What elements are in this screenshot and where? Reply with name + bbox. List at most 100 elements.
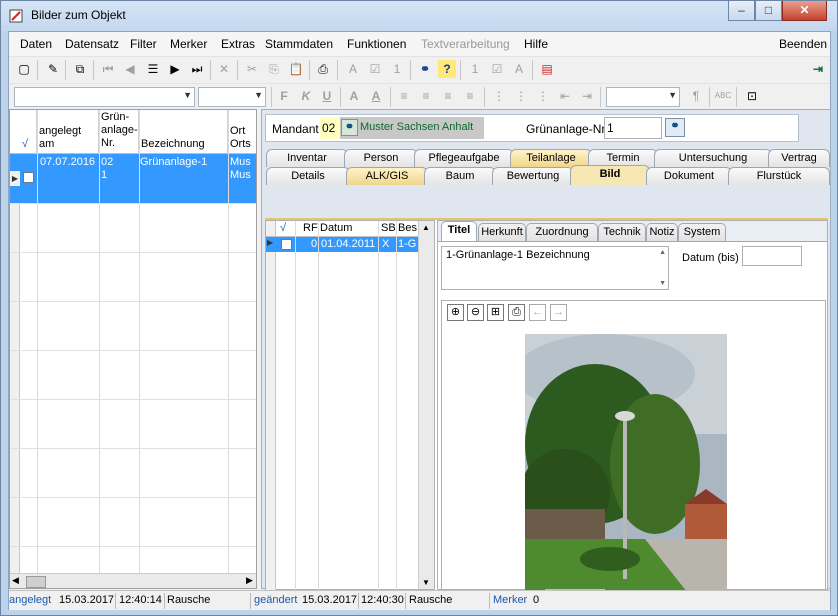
bullet-list-icon[interactable]: ⋮ [512,87,530,105]
align-left-icon[interactable]: ≡ [395,87,413,105]
tab-pflegeaufgabe[interactable]: Pflegeaufgabe [414,149,514,167]
indent-icon[interactable]: ⇥ [578,87,596,105]
titel-textarea[interactable]: 1-Grünanlage-1 Bezeichnung ▲ ▼ [441,246,669,290]
print-icon[interactable]: ⎙ [314,60,332,78]
tab-alk-gis[interactable]: ALK/GIS [346,167,428,185]
vertical-scrollbar[interactable]: ▲ ▼ [418,221,434,589]
tab-herkunft[interactable]: Herkunft [478,223,526,241]
mandant-code[interactable]: 02 [320,117,340,139]
edit-icon[interactable]: ✎ [44,60,62,78]
col-check[interactable]: √ [20,110,37,154]
scroll-up-icon[interactable]: ▲ [659,249,666,256]
minimize-button[interactable]: – [728,1,755,21]
tab-vertrag[interactable]: Vertrag [768,149,830,167]
font-button[interactable]: A [345,87,363,105]
last-record-icon[interactable]: ⏭ [188,60,206,78]
calendar-icon[interactable]: ▤ [538,60,556,78]
first-record-icon[interactable]: ⏮ [99,60,117,78]
fit-icon[interactable]: ⊞ [487,304,504,321]
next-image-icon[interactable]: → [550,304,567,321]
menu-hilfe[interactable]: Hilfe [524,37,548,51]
menu-extras[interactable]: Extras [221,37,255,51]
print-icon[interactable]: ⎙ [508,304,525,321]
col-bezeichnung[interactable]: Bezeichnung [139,110,228,154]
bold-button[interactable]: F [275,87,293,105]
align-justify-icon[interactable]: ≡ [461,87,479,105]
datum-field[interactable] [742,246,802,266]
tab-untersuchung[interactable]: Untersuchung [654,149,772,167]
outdent-icon[interactable]: ⇤ [556,87,574,105]
tab-person[interactable]: Person [344,149,418,167]
binoculars-icon[interactable]: ⚭ [341,119,358,136]
row-checkbox[interactable] [281,239,292,250]
col-rf[interactable]: RF [303,222,318,234]
prev-record-icon[interactable]: ◀ [121,60,139,78]
tab-details[interactable]: Details [266,167,350,185]
paste-icon[interactable]: 📋 [287,60,305,78]
col-sb[interactable]: SB [381,222,396,234]
filter-icon[interactable]: ☰ [144,60,162,78]
tab-dokument[interactable]: Dokument [646,167,732,185]
col-datum[interactable]: Datum [320,222,352,234]
tab-technik[interactable]: Technik [598,223,646,241]
col-ort[interactable]: Ort Orts [228,110,256,154]
menu-stammdaten[interactable]: Stammdaten [265,37,333,51]
scroll-left-icon[interactable]: ◀ [12,575,19,586]
exit-door-icon[interactable]: ⇥ [809,60,827,78]
zoom-in-icon[interactable]: ⊕ [447,304,464,321]
scroll-down-icon[interactable]: ▼ [422,578,430,587]
tab-bild[interactable]: Bild [570,165,650,185]
col-bes[interactable]: Bes [398,222,417,234]
menu-funktionen[interactable]: Funktionen [347,37,406,51]
col-gruenanlage-nr[interactable]: Grün-anlage-Nr. [99,110,139,154]
spellcheck-button[interactable]: ABC [714,87,732,105]
tab-system[interactable]: System [678,223,726,241]
copy-icon[interactable]: ⎘ [265,60,283,78]
tab-baum[interactable]: Baum [424,167,496,185]
style-combo[interactable]: ▼ [14,87,195,107]
font-color-button[interactable]: A [367,87,385,105]
table-row[interactable]: ▶ 07.07.2016 02 1 Grünanlage-1 Mus Mus [10,154,256,203]
zoom-out-icon[interactable]: ⊖ [467,304,484,321]
italic-button[interactable]: K [297,87,315,105]
tab-bewertung[interactable]: Bewertung [492,167,574,185]
new-record-icon[interactable]: ▢ [15,60,33,78]
scroll-right-icon[interactable]: ▶ [246,575,253,586]
paragraph-button[interactable]: ¶ [687,87,705,105]
tab-titel[interactable]: Titel [441,221,477,241]
menu-beenden[interactable]: Beenden [779,37,827,51]
tab-zuordnung[interactable]: Zuordnung [526,223,598,241]
menu-daten[interactable]: Daten [20,37,52,51]
col-angelegt[interactable]: angelegt am [37,110,99,154]
close-button[interactable]: ✕ [782,1,827,21]
menu-merker[interactable]: Merker [170,37,207,51]
delete-icon[interactable]: ✕ [215,60,233,78]
tab-notiz[interactable]: Notiz [646,223,678,241]
tab-flurstueck[interactable]: Flurstück [728,167,830,185]
binoculars-icon[interactable]: ⚭ [416,60,434,78]
zoom-combo[interactable]: ▼ [606,87,680,107]
font-a-icon[interactable]: A [344,60,362,78]
menu-datensatz[interactable]: Datensatz [65,37,119,51]
prev-image-icon[interactable]: ← [529,304,546,321]
maximize-button[interactable]: □ [755,1,782,21]
align-center-icon[interactable]: ≡ [417,87,435,105]
col-check[interactable]: √ [280,222,286,234]
font-size-combo[interactable]: ▼ [198,87,266,107]
tab-inventar[interactable]: Inventar [266,149,348,167]
numbered-list-icon[interactable]: ⋮ [490,87,508,105]
bullet-list2-icon[interactable]: ⋮ [534,87,552,105]
binoculars-icon[interactable]: ⚭ [665,118,685,137]
underline-button[interactable]: U [318,87,336,105]
scroll-thumb[interactable] [26,576,46,588]
help-icon[interactable]: ? [438,60,456,78]
number-1-icon[interactable]: 1 [388,60,406,78]
next-record-icon[interactable]: ▶ [166,60,184,78]
horizontal-scrollbar[interactable]: ◀ ▶ [10,573,256,588]
page-setup-icon[interactable]: ⊡ [743,87,761,105]
check-icon[interactable]: ☑ [366,60,384,78]
box-check-icon[interactable]: ☑ [488,60,506,78]
cut-icon[interactable]: ✂ [243,60,261,78]
scroll-up-icon[interactable]: ▲ [422,223,430,232]
row-checkbox[interactable] [23,172,34,183]
